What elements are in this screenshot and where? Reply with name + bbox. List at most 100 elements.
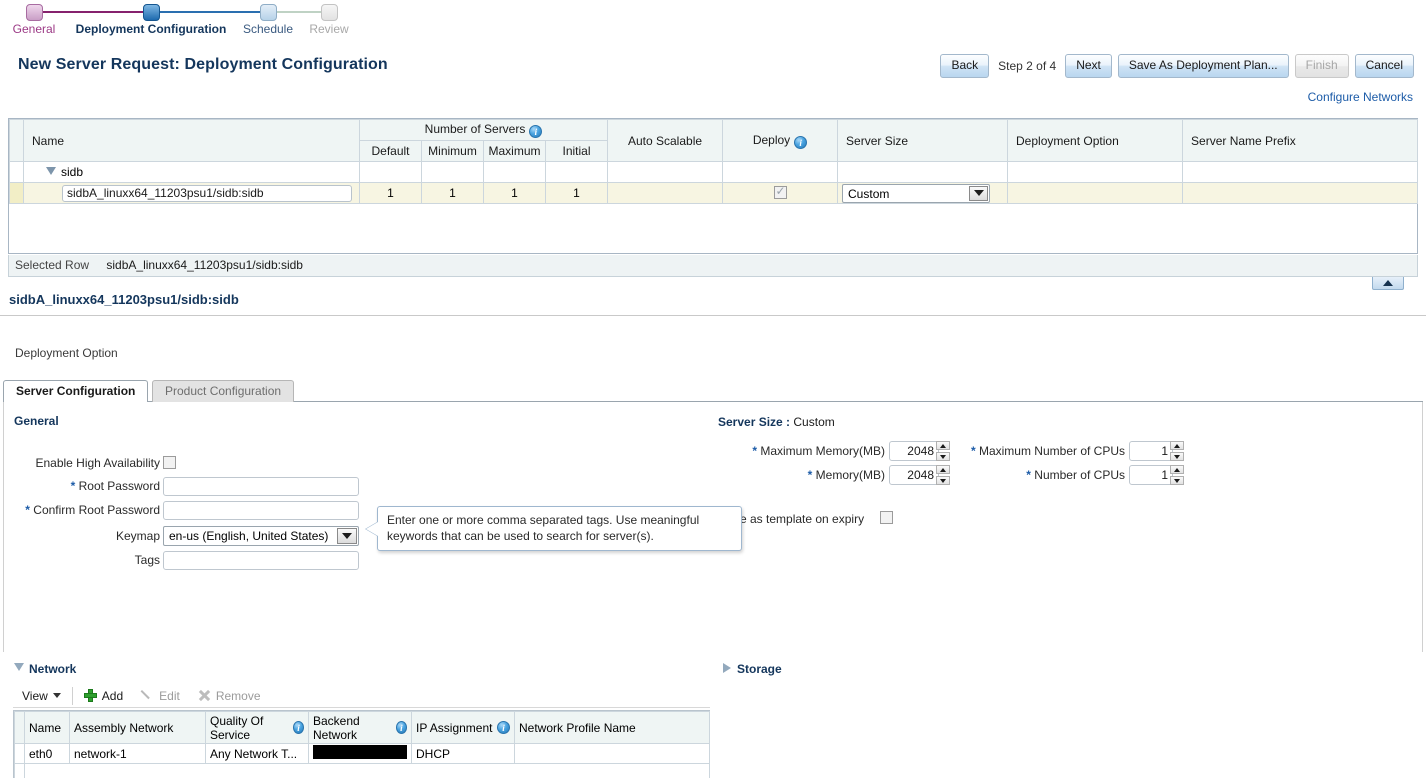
train-node-general[interactable] [26, 4, 43, 21]
keymap-label: Keymap [115, 529, 160, 543]
row-default-cell[interactable]: 1 [359, 182, 422, 204]
toolbar-separator [71, 686, 73, 705]
server-size-select[interactable]: Custom [842, 183, 991, 203]
group-auto-scalable-cell [607, 161, 724, 183]
network-table-row[interactable]: eth0 network-1 Any Network T... DHCP [14, 743, 710, 764]
splitter-collapse-handle[interactable] [1372, 277, 1404, 290]
save-as-deployment-plan-button[interactable]: Save As Deployment Plan... [1117, 54, 1289, 78]
row-minimum-cell[interactable]: 1 [421, 182, 484, 204]
stepper-up-icon[interactable] [1170, 465, 1184, 474]
row-initial-cell[interactable]: 1 [544, 182, 609, 204]
group-name-cell[interactable]: sidb [23, 161, 360, 183]
number-of-cpus-field[interactable]: 1 [1129, 465, 1173, 485]
stepper-up-icon[interactable] [936, 465, 950, 474]
network-cell-assembly-network: network-1 [69, 743, 206, 764]
save-as-template-on-expiry-checkbox[interactable] [880, 511, 893, 524]
network-section-heading[interactable]: Network [14, 662, 76, 676]
tab-server-configuration[interactable]: Server Configuration [3, 380, 149, 402]
maximum-memory-stepper[interactable] [936, 441, 950, 461]
keymap-select[interactable]: en-us (English, United States) [163, 526, 359, 546]
keymap-selected-value: en-us (English, United States) [169, 529, 329, 543]
train-label-deployment-configuration[interactable]: Deployment Configuration [76, 22, 227, 36]
chevron-down-icon-keymap[interactable] [337, 528, 357, 544]
stepper-up-icon[interactable] [936, 441, 950, 450]
group-deployment-option-cell [1007, 161, 1184, 183]
row-name-cell[interactable] [23, 182, 360, 204]
server-name-input[interactable] [62, 184, 352, 202]
group-deploy-cell [722, 161, 839, 183]
root-password-label: * Root Password [70, 479, 160, 493]
back-button[interactable]: Back [940, 54, 990, 78]
confirm-root-password-field[interactable] [163, 501, 359, 520]
view-menu-button[interactable]: View [13, 685, 70, 707]
memory-field[interactable]: 2048 [889, 465, 939, 485]
train-node-review[interactable] [321, 4, 338, 21]
selected-row-bar: Selected Row sidbA_linuxx64_11203psu1/si… [8, 255, 1418, 277]
network-header-quality-of-service[interactable]: Quality Of Service i [205, 711, 309, 744]
train-connector-2 [151, 11, 269, 13]
disclosure-expanded-icon[interactable] [14, 663, 24, 671]
row-deployment-option-cell[interactable] [1007, 182, 1184, 204]
header-initial[interactable]: Initial [544, 140, 609, 162]
network-cell-network-profile-name [514, 743, 710, 764]
info-icon-quality-of-service[interactable]: i [293, 721, 304, 734]
network-gutter-header [14, 711, 25, 744]
number-of-cpus-stepper[interactable] [1170, 465, 1184, 485]
table-row-group-sidb[interactable]: sidb [9, 161, 1419, 183]
enable-high-availability-checkbox[interactable] [163, 456, 176, 469]
train-label-schedule[interactable]: Schedule [243, 22, 293, 36]
stepper-down-icon[interactable] [936, 452, 950, 461]
tags-field[interactable] [163, 551, 359, 570]
network-header-assembly-network[interactable]: Assembly Network [69, 711, 206, 744]
header-default[interactable]: Default [359, 140, 422, 162]
deploy-checkbox[interactable] [773, 184, 787, 199]
train-label-general[interactable]: General [13, 22, 56, 36]
maximum-number-of-cpus-stepper[interactable] [1170, 441, 1184, 461]
stepper-down-icon[interactable] [1170, 476, 1184, 485]
cancel-button[interactable]: Cancel [1354, 54, 1414, 78]
stepper-down-icon[interactable] [936, 476, 950, 485]
maximum-number-of-cpus-field[interactable]: 1 [1129, 441, 1173, 461]
network-header-network-profile-name[interactable]: Network Profile Name [514, 711, 710, 744]
network-header-backend-network[interactable]: Backend Network i [308, 711, 412, 744]
tab-product-configuration[interactable]: Product Configuration [152, 380, 295, 402]
header-name[interactable]: Name [23, 119, 360, 162]
header-server-size[interactable]: Server Size [837, 119, 1009, 162]
tree-expand-icon[interactable] [46, 167, 56, 175]
header-deployment-option[interactable]: Deployment Option [1007, 119, 1184, 162]
disclosure-collapsed-icon[interactable] [723, 663, 731, 673]
stepper-up-icon[interactable] [1170, 441, 1184, 450]
header-auto-scalable[interactable]: Auto Scalable [607, 119, 724, 162]
header-maximum[interactable]: Maximum [483, 140, 546, 162]
info-icon-deploy[interactable]: i [794, 135, 808, 149]
required-marker-maximum-memory: * [752, 444, 757, 458]
network-header-ip-assignment[interactable]: IP Assignment i [411, 711, 515, 744]
table-row[interactable]: 1 1 1 1 Custom [9, 182, 1419, 204]
edit-button-label: Edit [159, 688, 180, 703]
group-default-cell [359, 161, 422, 183]
chevron-down-icon[interactable] [969, 185, 989, 201]
header-minimum[interactable]: Minimum [421, 140, 484, 162]
memory-stepper[interactable] [936, 465, 950, 485]
header-server-name-prefix[interactable]: Server Name Prefix [1182, 119, 1419, 162]
row-server-size-cell[interactable]: Custom [837, 182, 1009, 204]
maximum-memory-field[interactable]: 2048 [889, 441, 939, 461]
info-icon-ip-assignment[interactable]: i [497, 721, 510, 734]
info-icon-backend-network[interactable]: i [395, 721, 407, 734]
network-header-name[interactable]: Name [24, 711, 70, 744]
configure-networks-link[interactable]: Configure Networks [1308, 90, 1413, 104]
add-network-button[interactable]: Add [75, 685, 132, 707]
info-icon-number-of-servers[interactable]: i [529, 125, 543, 138]
train-node-deployment-configuration[interactable] [143, 4, 160, 21]
tags-tooltip: Enter one or more comma separated tags. … [377, 506, 742, 551]
next-button[interactable]: Next [1065, 54, 1112, 78]
train-node-schedule[interactable] [260, 4, 277, 21]
row-server-name-prefix-cell[interactable] [1182, 182, 1419, 204]
row-maximum-cell[interactable]: 1 [483, 182, 546, 204]
stepper-down-icon[interactable] [1170, 452, 1184, 461]
root-password-field[interactable] [163, 477, 359, 496]
storage-section-heading[interactable]: Storage [723, 662, 782, 676]
tooltip-pointer [366, 522, 378, 536]
row-deploy-cell[interactable] [722, 182, 839, 204]
network-table: Name Assembly Network Quality Of Service… [14, 711, 710, 778]
